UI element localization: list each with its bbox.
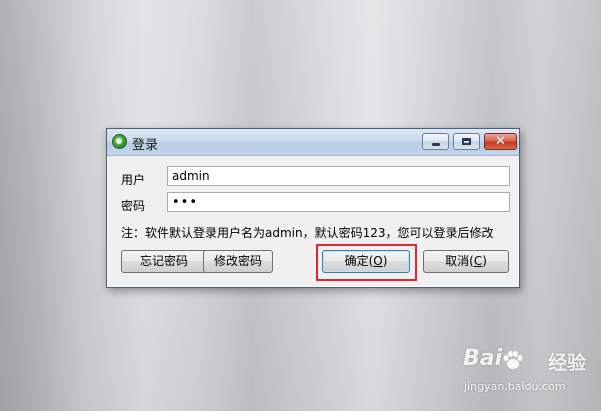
baidu-jingyan-watermark: Bai 经验 jingyan.baidu.com (463, 346, 595, 406)
title-bar[interactable]: 登录 ✕ (107, 129, 519, 156)
close-icon: ✕ (495, 134, 506, 149)
ok-button-highlight (316, 244, 417, 281)
username-input[interactable] (167, 166, 510, 186)
watermark-url: jingyan.baidu.com (464, 380, 566, 393)
password-label: 密码 (121, 199, 146, 213)
close-button[interactable]: ✕ (484, 133, 517, 150)
maximize-button[interactable] (453, 133, 480, 150)
paw-icon (503, 351, 523, 369)
minimize-icon (432, 143, 440, 146)
cancel-mnemonic: C (473, 254, 483, 268)
watermark-brand-left: Bai (463, 346, 503, 371)
maximize-icon (462, 138, 471, 145)
change-password-button[interactable]: 修改密码 (203, 250, 273, 273)
forgot-password-button[interactable]: 忘记密码 (121, 250, 207, 273)
window-title: 登录 (132, 138, 159, 153)
cancel-button[interactable]: 取消(C) (423, 250, 509, 273)
username-label: 用户 (121, 173, 146, 187)
password-input[interactable] (167, 192, 510, 212)
login-dialog: 登录 ✕ 用户 密码 注：软件默认登录用户名为admin，默认密码123，您可以… (106, 128, 520, 288)
default-credentials-note: 注：软件默认登录用户名为admin，默认密码123，您可以登录后修改 (121, 226, 494, 240)
app-logo-icon (112, 134, 127, 149)
minimize-button[interactable] (422, 133, 449, 150)
cancel-button-label: 取消 (445, 254, 470, 268)
watermark-brand-right: 经验 (548, 352, 587, 374)
